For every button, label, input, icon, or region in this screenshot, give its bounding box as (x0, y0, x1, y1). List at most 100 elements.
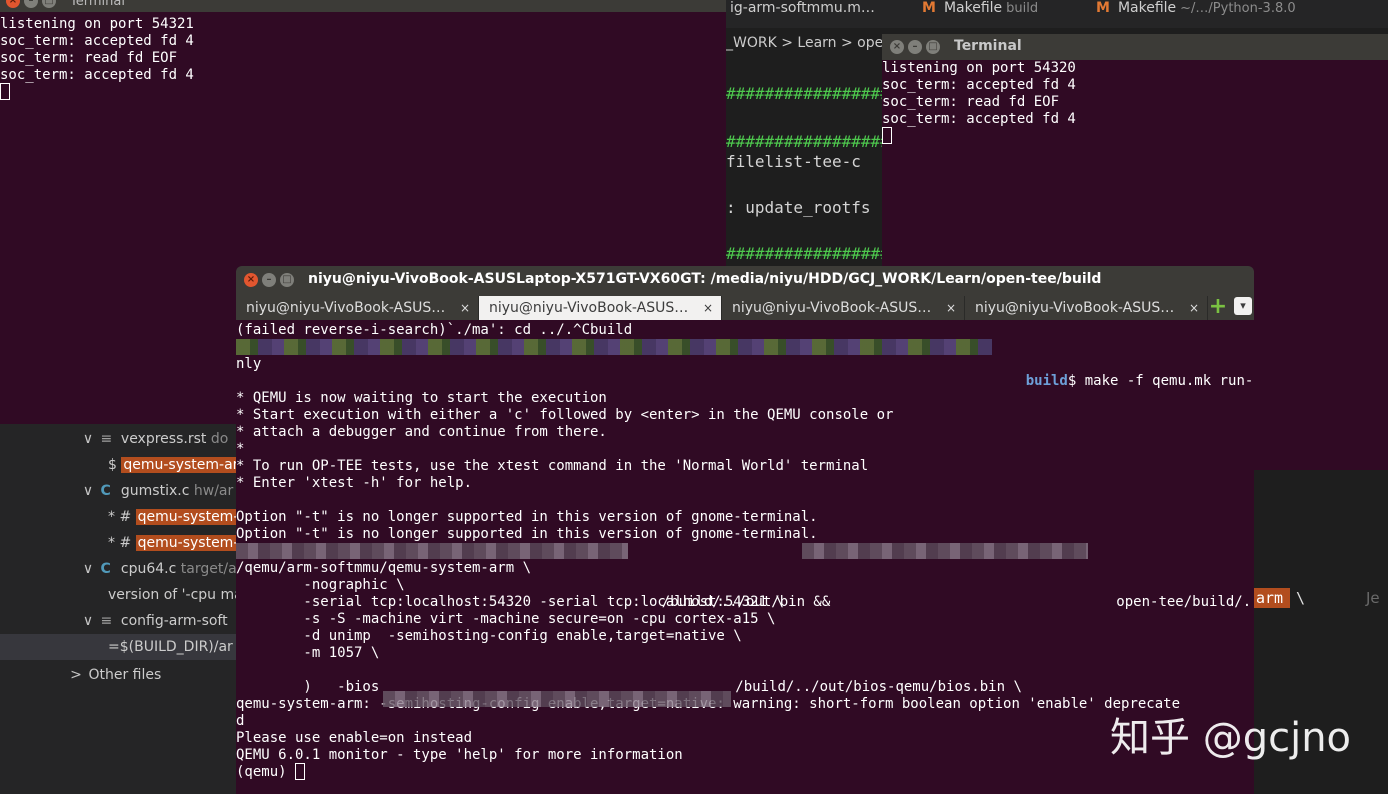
editor-tab-sub: build (1006, 1, 1039, 16)
terminal-tab[interactable]: niyu@niyu-VivoBook-ASUS… × (722, 296, 965, 320)
terminal-titlebar[interactable]: × – □ Terminal (882, 34, 1388, 60)
close-icon[interactable]: × (6, 0, 20, 8)
editor-tab[interactable]: ig-arm-softmmu.m… (730, 0, 875, 28)
terminal-output[interactable]: listening on port 54320 soc_term: accept… (882, 60, 1388, 145)
tab-label: niyu@niyu-VivoBook-ASUS… (489, 300, 689, 316)
makefile-icon: M (922, 0, 936, 16)
file-result[interactable]: ∨ C gumstix.c hw/ar (0, 478, 236, 504)
match-highlight: qemu-system- (135, 509, 236, 525)
text-cursor (295, 762, 306, 780)
search-results-sidebar: ∨ ≡ vexpress.rst do $ qemu-system-ar ∨ C… (0, 424, 236, 794)
terminal-text: /build/../out/bin && (661, 594, 831, 610)
terminal-tab-active[interactable]: niyu@niyu-VivoBook-ASUS… × (479, 296, 722, 320)
file-name: config-arm-soft (120, 613, 228, 629)
terminal-line: /build/../out/bin && open-tee/build/.. (236, 543, 1254, 610)
terminal-cursor-line (882, 126, 1388, 145)
match-line[interactable]: =$(BUILD_DIR)/ar (0, 634, 236, 660)
code-line: ################## (726, 84, 886, 103)
close-tab-icon[interactable]: × (946, 296, 956, 320)
match-line[interactable]: $ qemu-system-ar (0, 452, 236, 478)
match-prefix: $ (108, 457, 122, 473)
editor-tab-bar: ig-arm-softmmu.m… M Makefile build M Makefi… (726, 0, 1388, 28)
chevron-down-icon[interactable]: ∨ (80, 426, 96, 452)
match-highlight: qemu-system-ar (121, 457, 236, 473)
terminal-tab[interactable]: niyu@niyu-VivoBook-ASUS… × (236, 296, 479, 320)
terminal-line: build$ make -f qemu.mk run-o (236, 339, 1254, 389)
other-files-group[interactable]: > Other files (0, 662, 236, 688)
close-tab-icon[interactable]: × (460, 296, 470, 320)
redacted-region (802, 543, 1088, 559)
terminal-line: -m 1057 \ (236, 645, 380, 661)
minimize-icon[interactable]: – (908, 40, 922, 54)
match-prefix: * # (108, 509, 136, 525)
add-tab-icon[interactable]: + (1208, 296, 1228, 318)
text-cursor (0, 82, 10, 100)
prompt-command: $ make -f qemu.mk run-o (1067, 373, 1254, 389)
close-icon[interactable]: × (244, 273, 258, 287)
terminal-line: soc_term: accepted fd 4 (882, 111, 1076, 127)
terminal-titlebar[interactable]: × – □ niyu@niyu-VivoBook-ASUSLaptop-X571… (236, 266, 1254, 294)
file-path: hw/ar (193, 483, 234, 499)
terminal-line: -bios/build/../out/bios-qemu/bios.bin \ (236, 662, 1254, 707)
terminal-line: /qemu/arm-softmmu/qemu-system-arm \ (236, 560, 532, 576)
terminal-line: * To run OP-TEE tests, use the xtest com… (236, 458, 869, 474)
terminal-line: -nographic \ (236, 577, 405, 593)
maximize-icon[interactable]: □ (280, 273, 294, 287)
file-name: cpu64.c (120, 561, 177, 577)
editor-tab[interactable]: M Makefile ~/…/Python-3.8.0 (1096, 0, 1296, 28)
c-file-icon: C (100, 483, 111, 499)
chevron-down-icon[interactable]: ∨ (80, 556, 96, 582)
terminal-text: -bios (269, 679, 380, 695)
redacted-region (236, 339, 992, 355)
match-line[interactable]: * # qemu-system- (0, 504, 236, 530)
close-tab-icon[interactable]: × (703, 296, 713, 320)
file-path: do (210, 431, 229, 447)
terminal-line: * attach a debugger and continue from th… (236, 424, 607, 440)
chevron-right-icon[interactable]: > (68, 662, 84, 688)
terminal-line: soc_term: read fd EOF (882, 94, 1060, 110)
c-file-icon: C (100, 561, 111, 577)
editor-code[interactable]: ################## ################## fi… (726, 56, 886, 268)
code-line: ################## (726, 132, 886, 151)
breadcrumb[interactable]: _WORK > Learn > ope (726, 30, 886, 56)
chevron-down-icon[interactable]: ∨ (80, 478, 96, 504)
terminal-tab[interactable]: niyu@niyu-VivoBook-ASUS… × (965, 296, 1208, 320)
code-line: ################## (726, 244, 886, 263)
terminal-line: soc_term: read fd EOF (0, 50, 178, 66)
match-text: version of '-cpu ma (108, 587, 236, 603)
maximize-icon[interactable]: □ (926, 40, 940, 54)
redacted-region (383, 691, 732, 707)
file-result[interactable]: ∨ C cpu64.c target/a (0, 556, 236, 582)
terminal-prompt-line[interactable]: (qemu) (236, 762, 1254, 781)
editor-tab-label: Makefile (943, 0, 1003, 16)
close-icon[interactable]: × (890, 40, 904, 54)
terminal-line: * (236, 441, 245, 457)
terminal-text: /build/../out/bios-qemu/bios.bin \ (735, 679, 1022, 695)
file-result[interactable]: ∨ ≡ vexpress.rst do (0, 426, 236, 452)
terminal-output[interactable]: (failed reverse-i-search)`./ma': cd ../.… (236, 320, 1254, 794)
close-tab-icon[interactable]: × (1189, 296, 1199, 320)
editor-tab[interactable]: M Makefile build (922, 0, 1038, 28)
chevron-down-icon[interactable]: ∨ (80, 608, 96, 634)
match-line[interactable]: * # qemu-system- (0, 530, 236, 556)
match-line[interactable]: version of '-cpu ma (0, 582, 236, 608)
prompt-path: build (1025, 373, 1068, 389)
tab-menu-icon[interactable]: ▾ (1234, 297, 1252, 315)
minimize-icon[interactable]: – (262, 273, 276, 287)
window-title: niyu@niyu-VivoBook-ASUSLaptop-X571GT-VX6… (308, 271, 1102, 287)
terminal-line: Option "-t" is no longer supported in th… (236, 509, 818, 525)
code-text: Je (1366, 589, 1380, 607)
maximize-icon[interactable]: □ (42, 0, 56, 8)
terminal-line: * Enter 'xtest -h' for help. (236, 475, 473, 491)
terminal-output[interactable]: listening on port 54321 soc_term: accept… (0, 16, 726, 101)
minimize-icon[interactable]: – (24, 0, 38, 8)
file-name: gumstix.c (120, 483, 190, 499)
text-cursor (882, 126, 892, 144)
file-result[interactable]: ∨ ≡ config-arm-soft (0, 608, 236, 634)
terminal-line: soc_term: accepted fd 4 (0, 67, 194, 83)
file-path: target/a (180, 561, 236, 577)
terminal-line: * Start execution with either a 'c' foll… (236, 407, 894, 423)
terminal-titlebar[interactable]: × – □ Terminal (0, 0, 726, 12)
terminal-line: nly (236, 356, 262, 372)
